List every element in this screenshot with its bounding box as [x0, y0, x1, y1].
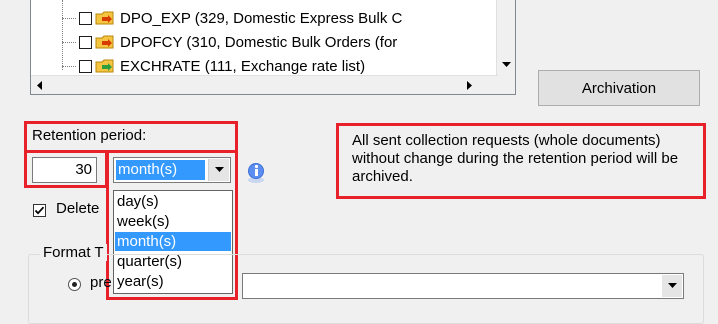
format-radio[interactable]	[68, 278, 81, 291]
horizontal-scrollbar[interactable]	[31, 75, 498, 94]
tree-item[interactable]: DPO_EXP (329, Domestic Express Bulk C	[62, 7, 402, 29]
vertical-scrollbar[interactable]	[496, 0, 515, 77]
down-arrow-icon	[501, 62, 511, 67]
retention-value-input[interactable]: 30	[32, 157, 97, 183]
option-day[interactable]: day(s)	[115, 192, 231, 211]
tree-item-checkbox[interactable]	[79, 35, 92, 49]
dropdown-button[interactable]	[662, 275, 682, 297]
scroll-down-button[interactable]	[497, 56, 515, 74]
folder-arrow-icon	[95, 11, 114, 25]
tree-item-checkbox[interactable]	[79, 11, 92, 25]
tree-item-label: DPOFCY (310, Domestic Bulk Orders (for	[120, 33, 398, 51]
info-icon[interactable]	[246, 160, 266, 184]
retention-unit-selected: month(s)	[116, 160, 205, 180]
folder-arrow-icon	[95, 35, 114, 49]
retention-period-label: Retention period:	[32, 127, 147, 144]
scroll-corner	[497, 76, 515, 94]
checkmark-icon	[34, 206, 45, 215]
dropdown-button[interactable]	[208, 159, 229, 181]
tree-item-label: EXCHRATE (111, Exchange rate list)	[120, 57, 366, 75]
archivation-button[interactable]: Archivation	[538, 70, 700, 106]
scroll-right-button[interactable]	[461, 76, 479, 94]
tree-item[interactable]: DPOFCY (310, Domestic Bulk Orders (for	[62, 31, 397, 53]
radio-dot-icon	[72, 282, 77, 287]
left-arrow-icon	[37, 80, 42, 90]
option-month[interactable]: month(s)	[115, 232, 231, 251]
message-tree-list[interactable]: DPO_EXP (329, Domestic Express Bulk C DP…	[30, 0, 516, 95]
tree-item-label: DPO_EXP (329, Domestic Express Bulk C	[120, 9, 403, 27]
format-group-title: Format T	[40, 244, 107, 261]
option-week[interactable]: week(s)	[115, 212, 231, 231]
format-radio-label: pre	[90, 274, 112, 291]
archive-note: All sent collection requests (whole docu…	[336, 123, 706, 199]
chevron-down-icon	[667, 283, 677, 288]
format-select[interactable]	[242, 273, 684, 299]
right-arrow-icon	[467, 80, 472, 90]
folder-arrow-icon	[95, 59, 114, 73]
tree-item-checkbox[interactable]	[79, 59, 92, 73]
tree-item[interactable]: EXCHRATE (111, Exchange rate list)	[62, 55, 365, 77]
scroll-left-button[interactable]	[31, 76, 49, 94]
delete-checkbox[interactable]	[33, 204, 46, 217]
retention-unit-select[interactable]: month(s)	[113, 157, 231, 183]
chevron-down-icon	[214, 167, 224, 172]
delete-label: Delete	[56, 200, 100, 217]
